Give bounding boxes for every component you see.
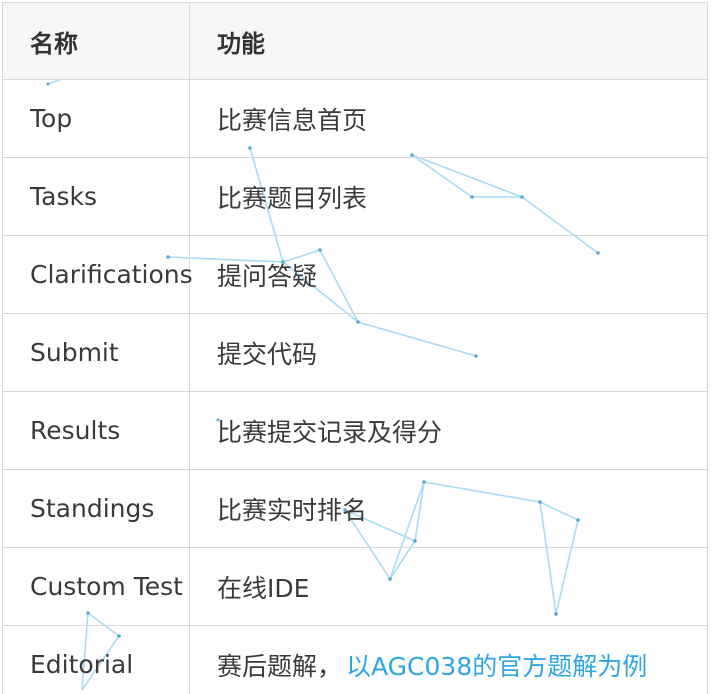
- table-row: Results 比赛提交记录及得分: [2, 391, 708, 470]
- row-function-cell: 比赛题目列表: [189, 157, 708, 236]
- row-name-cell: Custom Test: [2, 547, 190, 626]
- table-row: Clarifications 提问答疑: [2, 235, 708, 314]
- table-header: 名称 功能: [2, 2, 708, 80]
- row-name-cell: Standings: [2, 469, 190, 548]
- header-row: 名称 功能: [2, 2, 708, 80]
- table-row: Standings 比赛实时排名: [2, 469, 708, 548]
- row-name-cell: Clarifications: [2, 235, 193, 314]
- row-name-cell: Results: [2, 391, 190, 470]
- row-name-cell: Submit: [2, 313, 190, 392]
- editorial-text: 赛后题解，: [217, 651, 343, 681]
- row-function-cell: 比赛实时排名: [189, 469, 708, 548]
- table-row: Tasks 比赛题目列表: [2, 157, 708, 236]
- table-row: Top 比赛信息首页: [2, 79, 708, 158]
- row-function-cell: 比赛提交记录及得分: [189, 391, 708, 470]
- row-name-cell: Tasks: [2, 157, 190, 236]
- feature-table: 名称 功能 Top 比赛信息首页 Tasks 比赛题目列表 Clarificat…: [2, 2, 708, 694]
- table-row: Custom Test 在线IDE: [2, 547, 708, 626]
- table-row: Submit 提交代码: [2, 313, 708, 392]
- editorial-link[interactable]: 以AGC038的官方题解为例: [346, 652, 647, 681]
- row-name-cell: Top: [2, 79, 190, 158]
- row-function-cell: 提交代码: [189, 313, 708, 392]
- table-row: Editorial 赛后题解， 以AGC038的官方题解为例: [2, 625, 708, 694]
- row-function-cell: 比赛信息首页: [189, 79, 708, 158]
- row-name-cell: Editorial: [2, 625, 190, 694]
- header-function: 功能: [189, 2, 708, 80]
- page: 名称 功能 Top 比赛信息首页 Tasks 比赛题目列表 Clarificat…: [0, 0, 712, 694]
- table-body: Top 比赛信息首页 Tasks 比赛题目列表 Clarifications 提…: [2, 79, 708, 694]
- row-function-cell: 在线IDE: [189, 547, 708, 626]
- row-function-cell: 赛后题解， 以AGC038的官方题解为例: [189, 625, 708, 694]
- header-name: 名称: [2, 2, 190, 80]
- row-function-cell: 提问答疑: [189, 235, 708, 314]
